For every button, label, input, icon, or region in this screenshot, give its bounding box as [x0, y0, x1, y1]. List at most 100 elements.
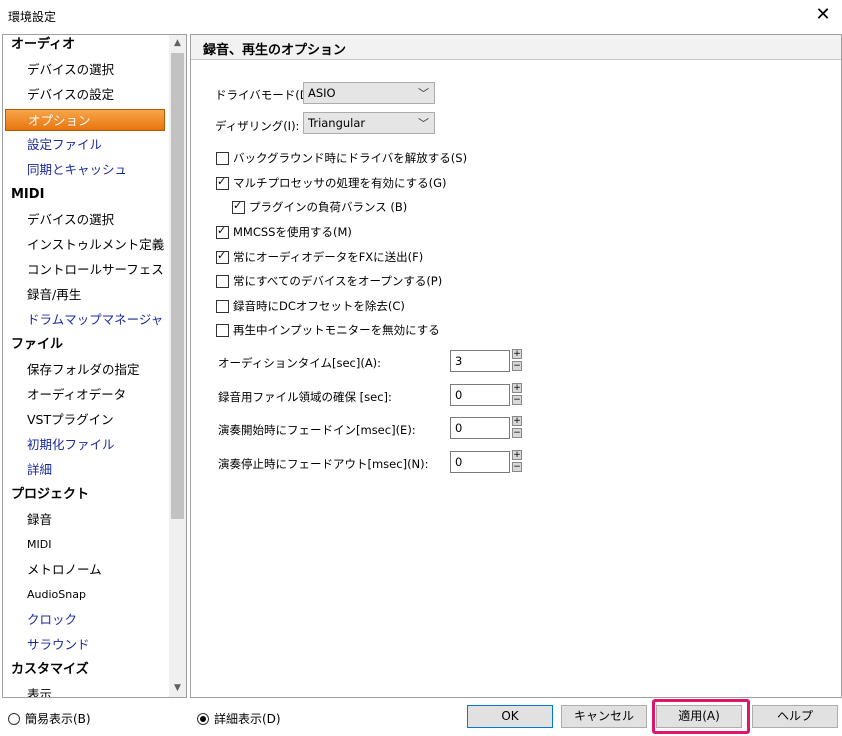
sidebar-item[interactable]: 初期化ファイル — [3, 434, 186, 456]
scroll-up-icon[interactable]: ▲ — [169, 35, 186, 52]
sidebar-item[interactable]: コントロールサーフェス — [3, 259, 186, 281]
option-checkbox[interactable]: 常にすべてのデバイスをオープンする(P) — [216, 273, 442, 289]
ok-button[interactable]: OK — [467, 705, 553, 728]
checkbox-box[interactable] — [232, 199, 245, 214]
driver-mode-select[interactable]: ASIO ﹀ — [303, 82, 435, 104]
sidebar-category[interactable]: カスタマイズ — [3, 659, 177, 681]
decrement-icon[interactable]: − — [512, 462, 522, 472]
sidebar-item[interactable]: クロック — [3, 609, 186, 631]
title-bar: 環境設定 ✕ — [0, 0, 842, 32]
sidebar-category[interactable]: プロジェクト — [3, 484, 177, 506]
option-checkbox[interactable]: マルチプロセッサの処理を有効にする(G) — [216, 175, 447, 191]
checkbox-label: MMCSSを使用する(M) — [233, 225, 352, 239]
spin-buttons[interactable]: + − — [512, 416, 522, 438]
chevron-down-icon: ﹀ — [418, 117, 429, 130]
option-checkbox[interactable]: MMCSSを使用する(M) — [216, 224, 352, 240]
numeric-input[interactable]: 0 — [450, 384, 510, 406]
sidebar-item[interactable]: オプション — [5, 109, 165, 131]
dithering-value: Triangular — [308, 116, 366, 130]
checkbox-label: プラグインの負荷バランス (B) — [249, 200, 408, 214]
sidebar-item[interactable]: デバイスの設定 — [3, 84, 186, 106]
cancel-button[interactable]: キャンセル — [561, 705, 647, 728]
decrement-icon[interactable]: − — [512, 395, 522, 405]
decrement-icon[interactable]: − — [512, 361, 522, 371]
sidebar-category[interactable]: オーディオ — [3, 35, 177, 56]
numeric-input[interactable]: 0 — [450, 417, 510, 439]
option-checkbox[interactable]: プラグインの負荷バランス (B) — [232, 199, 407, 215]
panel-title: 録音、再生のオプション — [203, 43, 347, 58]
sidebar-item[interactable]: 詳細 — [3, 459, 186, 481]
options-panel: 録音、再生のオプション ドライバモード(D): ASIO ﹀ ディザリング(I)… — [190, 34, 842, 698]
increment-icon[interactable]: + — [512, 450, 522, 460]
increment-icon[interactable]: + — [512, 349, 522, 359]
option-checkbox[interactable]: 録音時にDCオフセットを除去(C) — [216, 298, 405, 314]
sidebar-item[interactable]: AudioSnap — [3, 584, 186, 606]
spin-buttons[interactable]: + − — [512, 450, 522, 472]
numeric-input[interactable]: 3 — [450, 350, 510, 372]
checkbox-box[interactable] — [216, 175, 229, 190]
detail-view-radio[interactable]: 詳細表示(D) — [197, 710, 281, 727]
checkbox-label: 常にオーディオデータをFXに送出(F) — [233, 250, 424, 264]
close-icon[interactable]: ✕ — [812, 4, 834, 26]
window-title: 環境設定 — [8, 10, 57, 24]
numeric-field-label: 演奏開始時にフェードイン[msec](E): — [218, 423, 416, 437]
checkbox-box[interactable] — [216, 299, 229, 313]
numeric-field-label: 演奏停止時にフェードアウト[msec](N): — [218, 457, 429, 471]
dithering-label: ディザリング(I): — [215, 119, 300, 133]
checkbox-label: 再生中インプットモニターを無効にする — [233, 323, 440, 337]
spin-buttons[interactable]: + − — [512, 383, 522, 405]
scroll-down-icon[interactable]: ▼ — [169, 680, 186, 697]
sidebar-item[interactable]: 録音 — [3, 509, 186, 531]
help-button[interactable]: ヘルプ — [752, 705, 838, 728]
simple-view-radio[interactable]: 簡易表示(B) — [8, 710, 91, 727]
checkbox-box[interactable] — [216, 274, 229, 288]
checkbox-label: 録音時にDCオフセットを除去(C) — [233, 299, 405, 313]
sidebar-category[interactable]: MIDI — [3, 184, 177, 206]
sidebar-item[interactable]: 録音/再生 — [3, 284, 186, 306]
numeric-field-label: 録音用ファイル領域の確保 [sec]: — [218, 390, 392, 404]
increment-icon[interactable]: + — [512, 383, 522, 393]
checkbox-box[interactable] — [216, 249, 229, 264]
decrement-icon[interactable]: − — [512, 428, 522, 438]
sidebar-scrollbar[interactable]: ▲ ▼ — [169, 35, 186, 697]
checkbox-label: マルチプロセッサの処理を有効にする(G) — [233, 176, 447, 190]
simple-view-label: 簡易表示(B) — [25, 712, 91, 726]
chevron-down-icon: ﹀ — [418, 87, 429, 100]
sidebar-item[interactable]: VSTプラグイン — [3, 409, 186, 431]
radio-circle — [8, 712, 20, 725]
increment-icon[interactable]: + — [512, 416, 522, 426]
sidebar-item[interactable]: ドラムマップマネージャ — [3, 309, 186, 331]
sidebar-item[interactable]: メトロノーム — [3, 559, 186, 581]
checkbox-label: 常にすべてのデバイスをオープンする(P) — [233, 274, 443, 288]
option-checkbox[interactable]: 再生中インプットモニターを無効にする — [216, 322, 440, 338]
sidebar-item[interactable]: 設定ファイル — [3, 134, 186, 156]
apply-highlight-frame — [652, 699, 750, 734]
checkbox-box[interactable] — [216, 323, 229, 337]
sidebar-item[interactable]: 保存フォルダの指定 — [3, 359, 186, 381]
option-checkbox[interactable]: バックグラウンド時にドライバを解放する(S) — [216, 150, 467, 166]
sidebar-item[interactable]: 同期とキャッシュ — [3, 159, 186, 181]
numeric-field-label: オーディションタイム[sec](A): — [218, 356, 382, 370]
sidebar-item[interactable]: サラウンド — [3, 634, 186, 656]
driver-mode-label: ドライバモード(D): — [215, 88, 317, 102]
radio-circle — [197, 712, 209, 725]
sidebar-item[interactable]: デバイスの選択 — [3, 59, 186, 81]
scroll-thumb[interactable] — [171, 53, 184, 519]
sidebar-item[interactable]: オーディオデータ — [3, 384, 186, 406]
checkbox-box[interactable] — [216, 151, 229, 165]
option-checkbox[interactable]: 常にオーディオデータをFXに送出(F) — [216, 249, 423, 265]
detail-view-label: 詳細表示(D) — [214, 712, 281, 726]
checkbox-label: バックグラウンド時にドライバを解放する(S) — [233, 151, 468, 165]
numeric-input[interactable]: 0 — [450, 451, 510, 473]
checkbox-box[interactable] — [216, 224, 229, 239]
sidebar-item[interactable]: デバイスの選択 — [3, 209, 186, 231]
sidebar-item[interactable]: インストゥルメント定義 — [3, 234, 186, 256]
dithering-select[interactable]: Triangular ﹀ — [303, 112, 435, 134]
sidebar-item[interactable]: 表示 — [3, 684, 186, 697]
driver-mode-value: ASIO — [308, 86, 336, 100]
spin-buttons[interactable]: + − — [512, 349, 522, 371]
sidebar-category[interactable]: ファイル — [3, 334, 177, 356]
panel-header: 録音、再生のオプション — [191, 35, 841, 60]
sidebar-item[interactable]: MIDI — [3, 534, 186, 556]
settings-sidebar: オーディオデバイスの選択 デバイスの設定 オプション設定ファイル 同期とキャッシュ MI… — [2, 34, 187, 698]
